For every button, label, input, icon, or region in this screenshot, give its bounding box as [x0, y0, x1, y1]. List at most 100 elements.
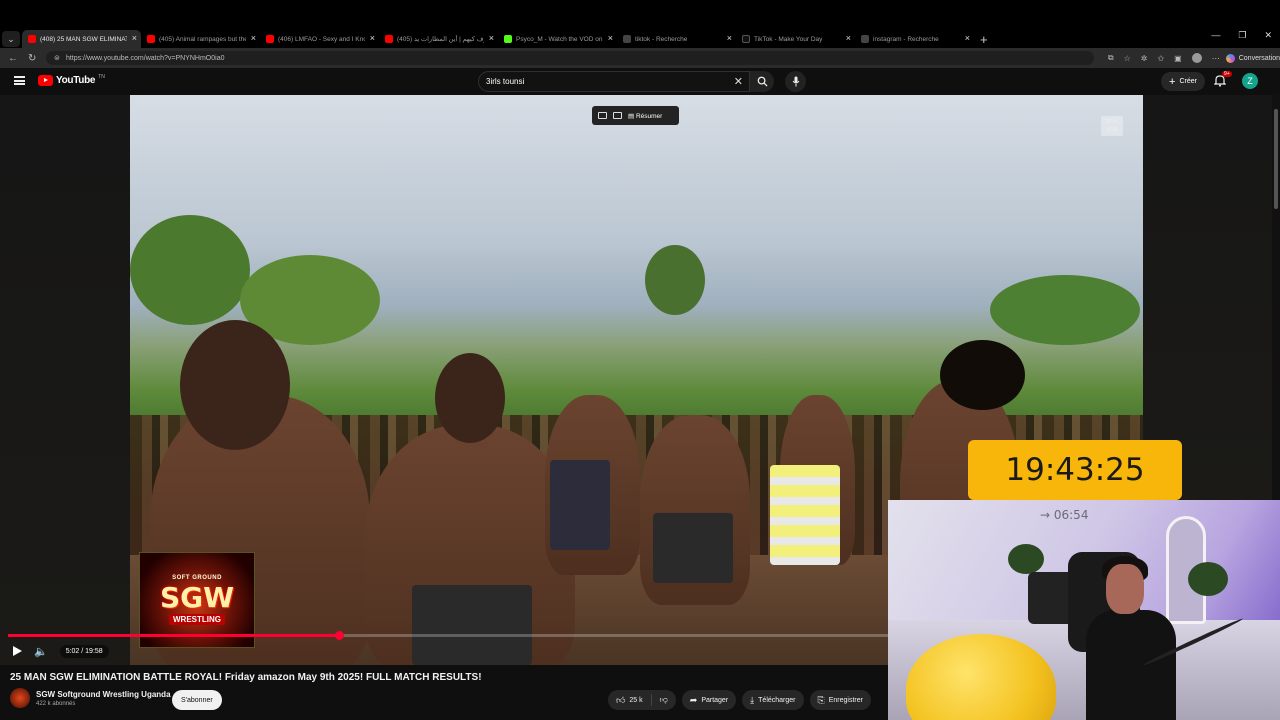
conversation-label: Conversation — [1238, 54, 1280, 62]
tab-search-button[interactable]: ⌄ — [2, 31, 20, 47]
video-scene-tree — [130, 215, 250, 325]
tab-arabic-video[interactable]: (405) شوف كيهم | أين المطارات يد × — [379, 30, 498, 48]
youtube-favicon-icon — [147, 35, 155, 43]
voice-search-button[interactable] — [785, 71, 806, 92]
search-button[interactable] — [750, 71, 774, 92]
logo-big-text: SGW — [159, 581, 235, 614]
tab-close-icon[interactable]: × — [132, 33, 137, 43]
capture-icon[interactable] — [613, 112, 622, 119]
thumbs-down-icon: 👎︎ — [659, 695, 668, 704]
search-input[interactable]: 3irls tounsi ✕ — [478, 71, 750, 92]
menu-icon[interactable] — [14, 76, 25, 85]
tab-kick-vod[interactable]: Psyco_M - Watch the VOD on Kick × — [498, 30, 617, 48]
cast-icon[interactable]: ⧉ — [1108, 53, 1114, 63]
close-window-icon[interactable]: ✕ — [1264, 30, 1272, 41]
tab-title: (405) Animal rampages but they g — [159, 35, 246, 43]
tab-close-icon[interactable]: × — [608, 33, 613, 43]
scrollbar-thumb[interactable] — [1274, 109, 1278, 209]
create-button[interactable]: + Créer — [1161, 72, 1205, 91]
tab-lmfao[interactable]: (406) LMFAO - Sexy and I Know It × — [260, 30, 379, 48]
share-icon: ➦ — [689, 694, 698, 705]
tab-instagram-search[interactable]: instagram - Recherche × — [855, 30, 974, 48]
summary-icon: ▤ — [628, 112, 635, 120]
like-dislike-group: 👍︎ 25 k 👎︎ — [608, 690, 676, 710]
favorites-icon[interactable]: ✩ — [1157, 54, 1164, 63]
tab-close-icon[interactable]: × — [846, 33, 851, 43]
url-text: https://www.youtube.com/watch?v=PNYNHmO0… — [65, 54, 225, 62]
player-controls: 🔈 5:02 / 19:58 — [8, 641, 109, 661]
video-progress-bar[interactable] — [8, 631, 888, 640]
tab-animal-rampages[interactable]: (405) Animal rampages but they g × — [141, 30, 260, 48]
microphone-icon — [792, 76, 799, 87]
tab-close-icon[interactable]: × — [727, 33, 732, 43]
tab-close-icon[interactable]: × — [489, 33, 494, 43]
search-favicon-icon — [623, 35, 631, 43]
tab-title: (408) 25 MAN SGW ELIMINATION — [40, 35, 127, 43]
search-value: 3irls tounsi — [486, 77, 525, 86]
video-scene-wrestler — [653, 513, 733, 583]
download-button[interactable]: ⤓ Télécharger — [742, 690, 804, 710]
tab-tiktok-search[interactable]: tiktok - Recherche × — [617, 30, 736, 48]
share-button[interactable]: ➦ Partager — [681, 690, 737, 710]
channel-info: SGW Softground Wrestling Uganda 422 k ab… — [10, 688, 171, 708]
rtx-label: RTX — [1106, 119, 1118, 125]
notifications-button[interactable]: 9+ — [1213, 71, 1232, 88]
bookmark-star-icon[interactable]: ☆ — [1124, 54, 1131, 63]
share-label: Partager — [701, 696, 729, 704]
bookmark-icon: ⎘ — [817, 694, 825, 705]
subscribe-button[interactable]: S'abonner — [172, 690, 222, 710]
youtube-header: YouTube TN 3irls tounsi ✕ + Créer 9+ Z — [0, 68, 1280, 95]
video-actions: 👍︎ 25 k 👎︎ ➦ Partager ⤓ Télécharger ⎘ Enregi… — [608, 690, 871, 710]
extension-icon[interactable]: ✲ — [1141, 54, 1148, 63]
tab-youtube-video[interactable]: (408) 25 MAN SGW ELIMINATION × — [22, 30, 141, 48]
back-arrow-icon[interactable]: ← — [8, 53, 20, 64]
save-label: Enregistrer — [828, 696, 863, 704]
tab-title: (406) LMFAO - Sexy and I Know It — [278, 35, 365, 43]
picture-in-picture-icon[interactable] — [598, 112, 607, 119]
conversation-button[interactable]: Conversation — [1225, 53, 1280, 63]
window-controls: — ❐ ✕ — [1211, 30, 1272, 41]
youtube-favicon-icon — [28, 35, 36, 43]
new-tab-button[interactable]: + — [980, 32, 988, 47]
address-bar: ← ↻ ⊜ https://www.youtube.com/watch?v=PN… — [0, 48, 1280, 68]
subscriber-count: 422 k abonnés — [36, 700, 76, 707]
profile-avatar[interactable] — [1191, 53, 1202, 63]
like-button[interactable]: 👍︎ 25 k — [608, 694, 652, 706]
summary-button[interactable]: ▤ Résumer — [628, 112, 662, 120]
account-avatar[interactable]: Z — [1242, 73, 1258, 89]
plus-icon: + — [1169, 75, 1176, 88]
notification-badge: 9+ — [1222, 71, 1232, 77]
collections-icon[interactable]: ▣ — [1174, 54, 1182, 63]
volume-icon[interactable]: 🔈 — [34, 645, 48, 658]
tab-tiktok[interactable]: TikTok - Make Your Day × — [736, 30, 855, 48]
tab-close-icon[interactable]: × — [370, 33, 375, 43]
save-button[interactable]: ⎘ Enregistrer — [809, 690, 871, 710]
youtube-play-icon — [38, 75, 53, 86]
webcam-plant — [1008, 544, 1044, 574]
reload-icon[interactable]: ↻ — [28, 53, 40, 64]
tab-close-icon[interactable]: × — [251, 33, 256, 43]
create-label: Créer — [1179, 78, 1197, 85]
webcam-streamer — [1086, 610, 1176, 720]
rtx-vsr-badge[interactable]: RTX VSR — [1101, 116, 1123, 136]
tab-list: ⌄ (408) 25 MAN SGW ELIMINATION × (405) A… — [0, 30, 988, 48]
more-options-icon[interactable]: ⋯ — [1212, 54, 1220, 63]
channel-avatar[interactable] — [10, 688, 30, 708]
tab-close-icon[interactable]: × — [965, 33, 970, 43]
clear-search-icon[interactable]: ✕ — [734, 75, 743, 88]
restore-icon[interactable]: ❐ — [1238, 30, 1246, 41]
video-scene-wrestler — [412, 585, 532, 665]
copilot-icon — [1225, 53, 1235, 63]
video-title: 25 MAN SGW ELIMINATION BATTLE ROYAL! Fri… — [10, 672, 482, 683]
minimize-icon[interactable]: — — [1211, 30, 1220, 41]
youtube-logo[interactable]: YouTube TN — [38, 74, 105, 86]
search-icon — [757, 76, 768, 87]
channel-name[interactable]: SGW Softground Wrestling Uganda — [36, 690, 171, 699]
url-field[interactable]: ⊜ https://www.youtube.com/watch?v=PNYNHm… — [45, 51, 1094, 65]
youtube-favicon-icon — [266, 35, 274, 43]
download-icon: ⤓ — [750, 694, 755, 705]
dislike-button[interactable]: 👎︎ — [652, 695, 676, 705]
stream-timer-overlay: 19:43:25 — [968, 440, 1182, 500]
play-icon[interactable] — [13, 646, 22, 656]
site-info-icon[interactable]: ⊜ — [54, 54, 62, 62]
